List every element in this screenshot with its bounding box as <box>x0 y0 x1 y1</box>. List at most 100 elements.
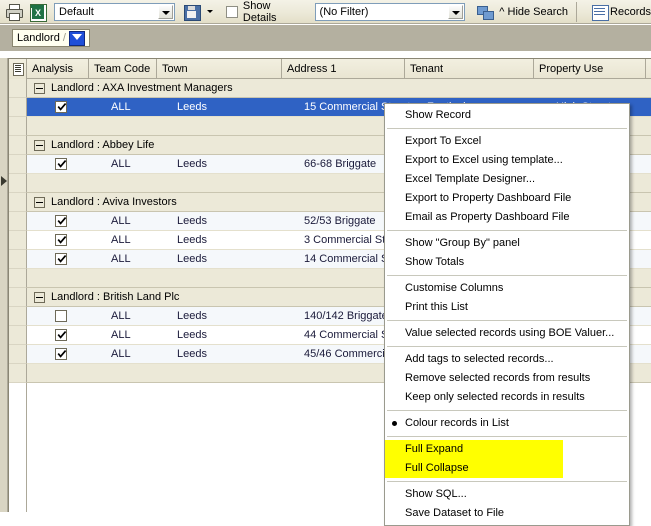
column-header-tenant[interactable]: Tenant <box>405 59 534 79</box>
column-header-address-1[interactable]: Address 1 <box>282 59 405 79</box>
tab-records[interactable]: Records <box>587 2 651 22</box>
menu-item-show-sql[interactable]: Show SQL... <box>385 485 629 504</box>
group-header-row[interactable]: Landlord : AXA Investment Managers <box>9 79 651 98</box>
row-select-checkbox[interactable] <box>55 101 67 113</box>
column-chooser-icon[interactable] <box>13 63 24 76</box>
menu-item-label: Colour records in List <box>405 417 509 429</box>
main-toolbar: X Default Show Details (No Filter) ^ Hid… <box>0 0 651 24</box>
menu-item-customise-columns[interactable]: Customise Columns <box>385 279 629 298</box>
menu-separator <box>387 410 627 411</box>
row-select-checkbox[interactable] <box>55 348 67 360</box>
cell-town: Leeds <box>177 234 207 246</box>
menu-separator <box>387 230 627 231</box>
cell-analysis: ALL <box>111 348 131 360</box>
cell-town: Leeds <box>177 253 207 265</box>
menu-item-show-totals[interactable]: Show Totals <box>385 253 629 272</box>
menu-item-label: Value selected records using BOE Valuer.… <box>405 327 615 339</box>
cell-analysis: ALL <box>111 253 131 265</box>
menu-item-label: Save Dataset to File <box>405 507 505 519</box>
menu-item-export-to-property-dashboard-file[interactable]: Export to Property Dashboard File <box>385 189 629 208</box>
menu-item-label: Show "Group By" panel <box>405 237 520 249</box>
save-dropdown-arrow-icon[interactable] <box>205 4 216 20</box>
filter-combo-value: (No Filter) <box>319 5 369 18</box>
menu-separator <box>387 275 627 276</box>
menu-item-label: Export To Excel <box>405 135 482 147</box>
grid-header-gutter <box>9 59 27 79</box>
search-toggle-icon[interactable] <box>475 2 495 22</box>
print-icon[interactable] <box>4 2 24 22</box>
hide-search-button[interactable]: ^ Hide Search <box>499 6 568 18</box>
group-collapse-icon[interactable] <box>34 197 45 208</box>
row-gutter <box>9 212 27 231</box>
filter-combo-arrow[interactable] <box>448 4 464 19</box>
group-collapse-icon[interactable] <box>34 140 45 151</box>
group-collapse-icon[interactable] <box>34 83 45 94</box>
menu-separator <box>387 436 627 437</box>
row-gutter <box>9 136 27 155</box>
menu-item-show-group-by-panel[interactable]: Show "Group By" panel <box>385 234 629 253</box>
menu-item-full-collapse[interactable]: Full Collapse <box>385 459 563 478</box>
menu-item-remove-selected-records-from-results[interactable]: Remove selected records from results <box>385 369 629 388</box>
row-select-checkbox[interactable] <box>55 310 67 322</box>
menu-item-export-to-excel-using-template[interactable]: Export to Excel using template... <box>385 151 629 170</box>
show-details-checkbox[interactable]: Show Details <box>226 0 307 24</box>
menu-item-email-as-property-dashboard-file[interactable]: Email as Property Dashboard File <box>385 208 629 227</box>
menu-item-keep-only-selected-records-in-results[interactable]: Keep only selected records in results <box>385 388 629 407</box>
group-header-label: Landlord : British Land Plc <box>51 291 180 303</box>
column-header-property-use[interactable]: Property Use <box>534 59 646 79</box>
cell-analysis: ALL <box>111 101 131 113</box>
context-menu[interactable]: Show Record Export To Excel Export to Exce… <box>384 103 630 526</box>
column-header-analysis[interactable]: Analysis <box>27 59 89 79</box>
row-gutter <box>9 193 27 212</box>
breadcrumb-label[interactable]: Landlord <box>17 32 60 44</box>
menu-item-value-selected-records-using-boe-valuer[interactable]: Value selected records using BOE Valuer.… <box>385 324 629 343</box>
menu-item-add-tags-to-selected-records[interactable]: Add tags to selected records... <box>385 350 629 369</box>
menu-item-label: Show Totals <box>405 256 465 268</box>
menu-item-label: Excel Template Designer... <box>405 173 536 185</box>
menu-item-label: Full Expand <box>405 443 464 455</box>
menu-item-label: Print this List <box>405 301 468 313</box>
toolbar-divider <box>576 1 578 22</box>
row-gutter <box>9 307 27 326</box>
cell-town: Leeds <box>177 348 207 360</box>
row-indicator-strip <box>0 58 8 512</box>
menu-item-colour-records-in-list[interactable]: Colour records in List <box>385 414 629 433</box>
cell-town: Leeds <box>177 101 207 113</box>
layout-combo[interactable]: Default <box>54 2 175 21</box>
row-gutter <box>9 288 27 307</box>
group-header-label: Landlord : AXA Investment Managers <box>51 82 233 94</box>
group-header-label: Landlord : Aviva Investors <box>51 196 177 208</box>
menu-item-show-record[interactable]: Show Record <box>385 106 629 125</box>
row-select-checkbox[interactable] <box>55 234 67 246</box>
row-select-checkbox[interactable] <box>55 329 67 341</box>
show-details-checkbox-box[interactable] <box>226 5 238 18</box>
column-header-team-code[interactable]: Team Code <box>89 59 157 79</box>
row-select-checkbox[interactable] <box>55 253 67 265</box>
layout-combo-value: Default <box>59 5 94 18</box>
row-select-checkbox[interactable] <box>55 158 67 170</box>
menu-item-excel-template-designer[interactable]: Excel Template Designer... <box>385 170 629 189</box>
cell-analysis: ALL <box>111 329 131 341</box>
cell-town: Leeds <box>177 158 207 170</box>
menu-item-save-dataset-to-file[interactable]: Save Dataset to File <box>385 504 629 523</box>
menu-item-full-expand[interactable]: Full Expand <box>385 440 563 459</box>
show-details-label: Show Details <box>242 0 277 24</box>
menu-item-label: Show Record <box>405 109 472 121</box>
breadcrumb-bar: Landlord / <box>0 25 651 51</box>
row-select-checkbox[interactable] <box>55 215 67 227</box>
row-gutter <box>9 269 27 288</box>
excel-export-icon[interactable]: X <box>28 2 48 22</box>
save-disk-icon[interactable] <box>182 2 202 22</box>
filter-funnel-icon[interactable] <box>68 30 85 46</box>
menu-item-export-to-excel[interactable]: Export To Excel <box>385 132 629 151</box>
filter-combo[interactable]: (No Filter) <box>314 2 466 21</box>
grid-empty-gutter <box>9 383 27 512</box>
breadcrumb[interactable]: Landlord / <box>12 29 90 47</box>
grid-header-row: Analysis Team Code Town Address 1 Tenant Prop… <box>9 59 651 79</box>
group-collapse-icon[interactable] <box>34 292 45 303</box>
menu-item-print-this-list[interactable]: Print this List <box>385 298 629 317</box>
column-header-town[interactable]: Town <box>157 59 282 79</box>
row-gutter <box>9 231 27 250</box>
cell-analysis: ALL <box>111 310 131 322</box>
layout-combo-arrow[interactable] <box>158 4 173 19</box>
